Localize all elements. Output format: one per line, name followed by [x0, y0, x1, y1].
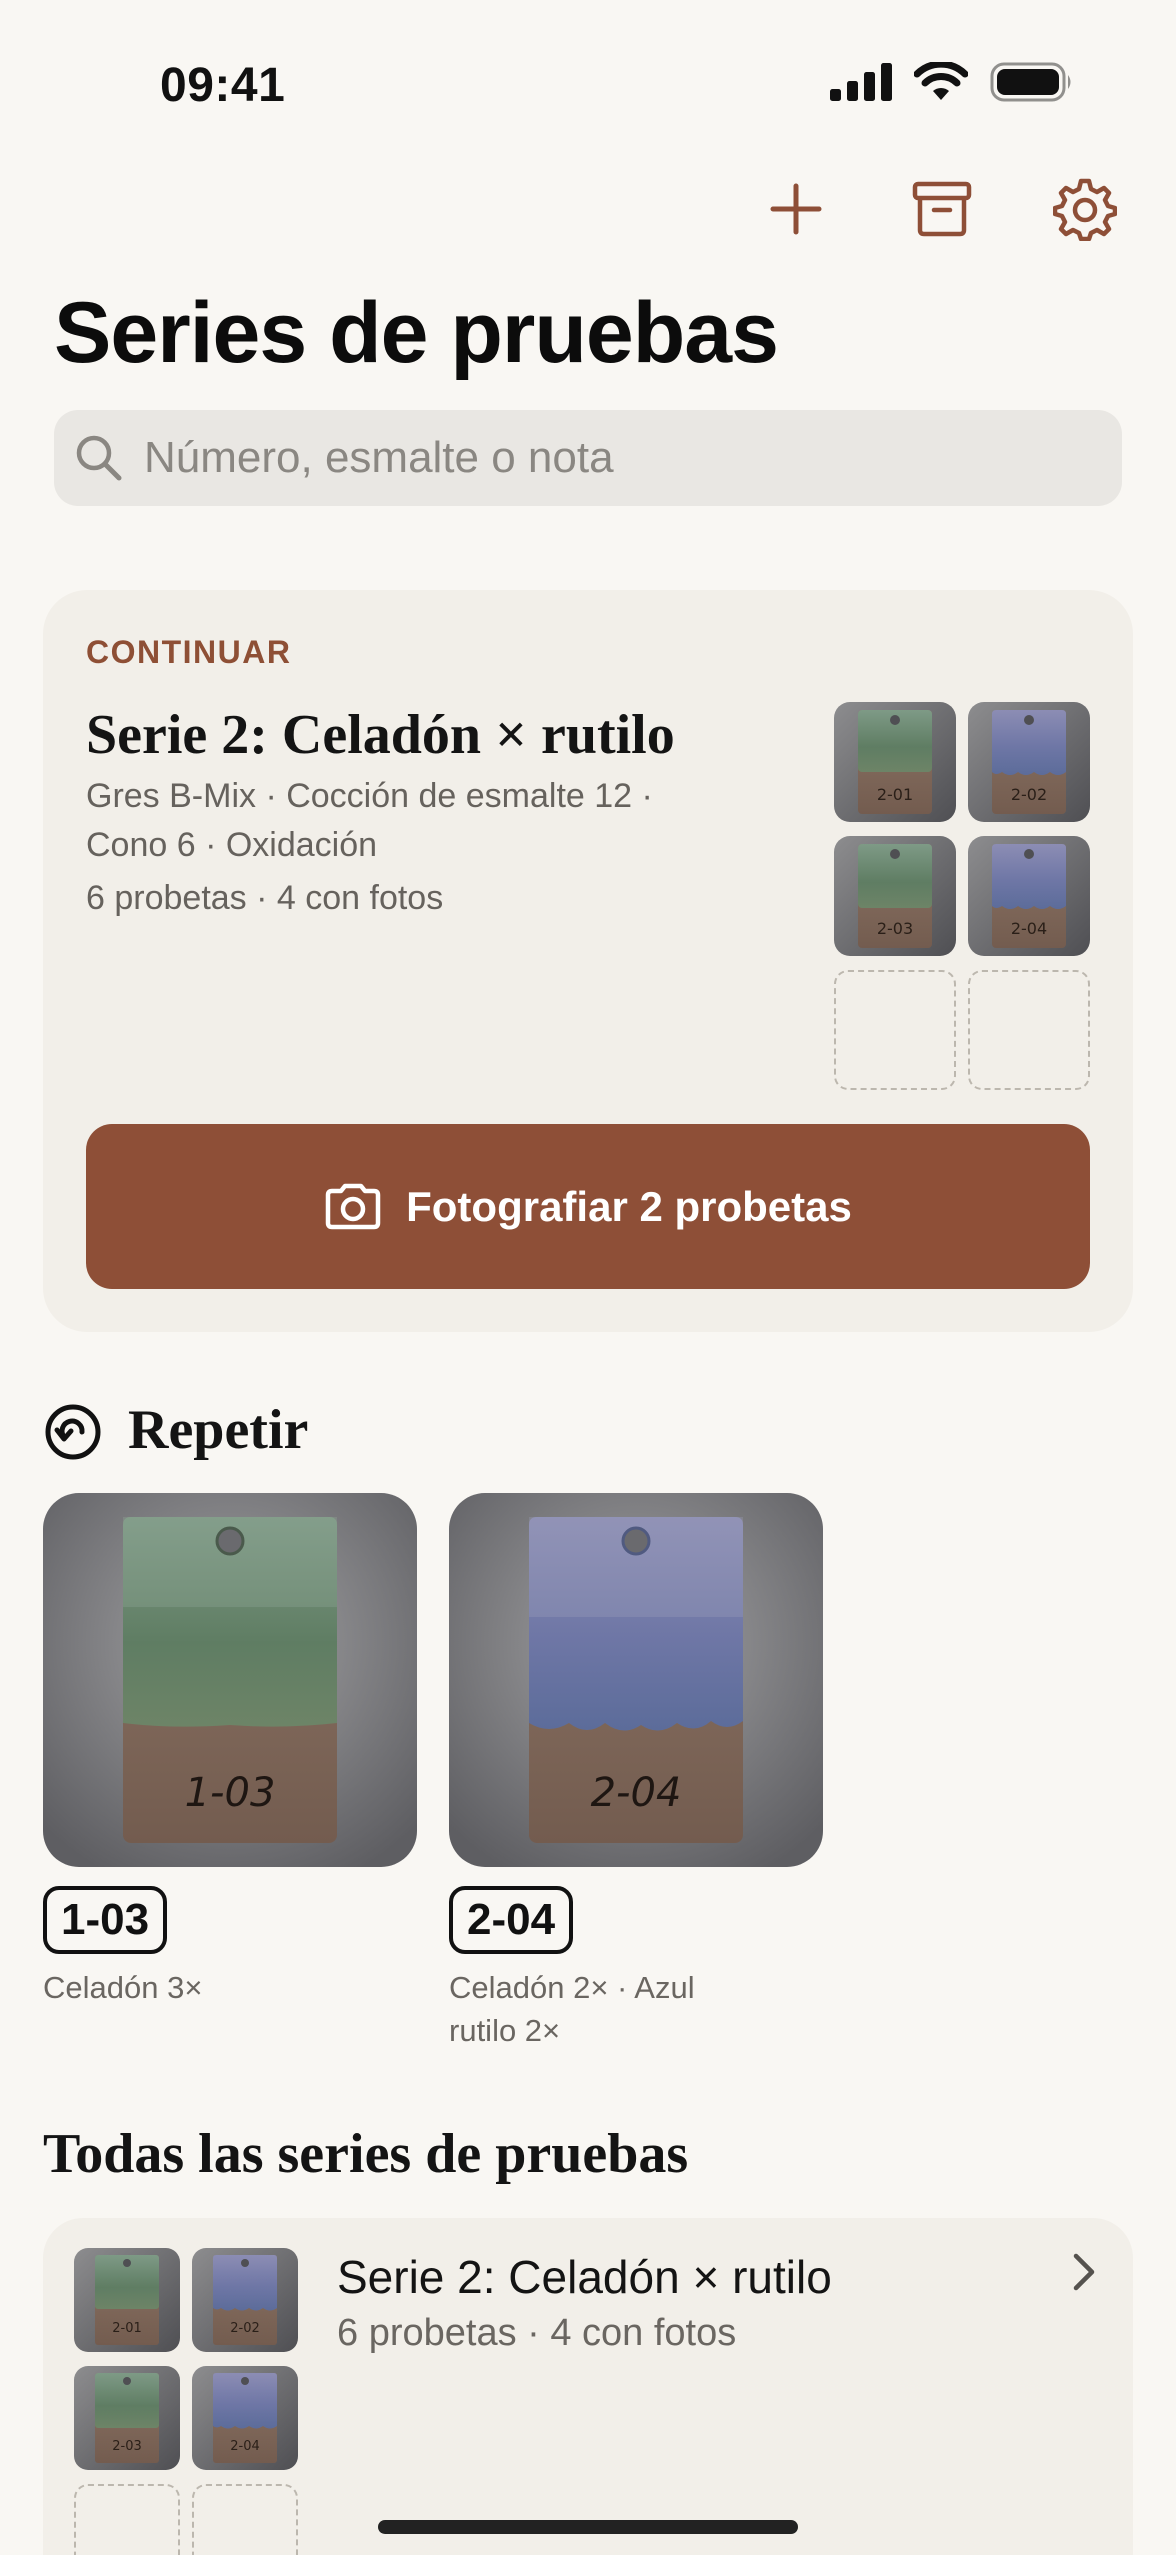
empty-tile-slot — [192, 2484, 298, 2555]
tile-code-tag: 1-03 — [43, 1886, 168, 1954]
series-row-subtitle: 6 probetas · 4 con fotos — [337, 2312, 737, 2354]
home-indicator — [378, 2520, 798, 2534]
series-count: 6 probetas · 4 con fotos — [86, 879, 444, 917]
series-meta-line: Gres B-Mix · Cocción de esmalte 12 · — [86, 777, 653, 815]
cellular-signal-icon — [830, 63, 892, 101]
repeat-heading: Repetir — [128, 1399, 309, 1461]
continue-series-title: Serie 2: Celadón × rutilo — [86, 704, 675, 766]
chevron-right-icon — [1070, 2250, 1100, 2299]
thumb-label: 2-01 — [112, 2321, 142, 2336]
gear-icon — [1053, 178, 1117, 241]
empty-tile-slot — [74, 2484, 180, 2555]
camera-icon — [325, 1183, 381, 1229]
tile-code-tag: 2-04 — [449, 1886, 574, 1954]
series-row-thumbnail: 2-02 — [192, 2248, 298, 2352]
test-tile-thumbnail[interactable]: 2-04 — [968, 836, 1090, 956]
archive-button[interactable] — [897, 164, 987, 254]
continue-eyebrow: CONTINUAR — [86, 634, 292, 670]
tile-glaze-caption: Celadón 2× · Azul rutilo 2× — [449, 1970, 695, 2048]
wifi-icon — [914, 62, 968, 100]
status-icons — [830, 62, 1074, 102]
repeat-tile-photo[interactable]: 1-03 — [43, 1493, 417, 1867]
test-tile-thumbnail[interactable]: 2-03 — [834, 836, 956, 956]
status-time: 09:41 — [160, 59, 286, 112]
series-row-thumbnail: 2-03 — [74, 2366, 180, 2470]
tile-glaze-caption: Celadón 3× — [43, 1970, 203, 2005]
series-meta-line: Cono 6 · Oxidación — [86, 826, 378, 864]
photograph-tiles-button[interactable]: Fotografiar 2 probetas — [86, 1124, 1090, 1289]
repeat-photo-label: 1-03 — [185, 1770, 276, 1816]
series-row-title: Serie 2: Celadón × rutilo — [337, 2251, 832, 2303]
archive-icon — [912, 181, 972, 237]
thumb-label: 2-02 — [1011, 785, 1047, 804]
plus-icon — [770, 183, 822, 235]
battery-icon — [990, 62, 1071, 102]
add-series-button[interactable] — [751, 164, 841, 254]
page-title: Series de pruebas — [54, 285, 779, 381]
photograph-tiles-label: Fotografiar 2 probetas — [406, 1182, 852, 1230]
search-icon — [76, 435, 122, 481]
repeat-icon — [43, 1402, 103, 1467]
repeat-tile-photo[interactable]: 2-04 — [449, 1493, 823, 1867]
empty-tile-slot[interactable] — [968, 970, 1090, 1090]
search-input[interactable] — [144, 433, 1044, 483]
thumb-label: 2-03 — [877, 919, 913, 938]
series-row-thumbnail: 2-04 — [192, 2366, 298, 2470]
all-series-heading: Todas las series de pruebas — [43, 2123, 689, 2185]
search-bar[interactable] — [54, 410, 1122, 506]
thumb-label: 2-04 — [1011, 919, 1047, 938]
test-tile-thumbnail[interactable]: 2-01 — [834, 702, 956, 822]
thumb-label: 2-04 — [230, 2439, 260, 2454]
empty-tile-slot[interactable] — [834, 970, 956, 1090]
thumb-label: 2-02 — [230, 2321, 260, 2336]
repeat-photo-label: 2-04 — [591, 1770, 682, 1816]
settings-button[interactable] — [1040, 164, 1130, 254]
thumb-label: 2-03 — [112, 2439, 142, 2454]
thumb-label: 2-01 — [877, 785, 913, 804]
test-tile-thumbnail[interactable]: 2-02 — [968, 702, 1090, 822]
series-row-thumbnail: 2-01 — [74, 2248, 180, 2352]
